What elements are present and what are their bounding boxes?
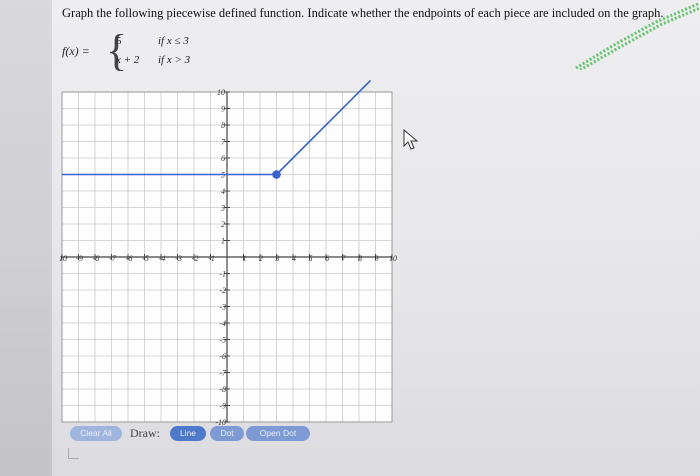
x-tick-label: 1 [243, 254, 247, 263]
y-tick-label: 8 [221, 121, 225, 130]
y-tick-label: -3 [219, 303, 226, 312]
x-tick-label: 8 [358, 254, 362, 263]
clear-all-button[interactable]: Clear All [70, 426, 122, 441]
x-tick-label: -3 [175, 254, 182, 263]
x-tick-label: -9 [76, 254, 83, 263]
x-tick-label: 5 [309, 254, 313, 263]
x-tick-label: 4 [292, 254, 296, 263]
y-tick-label: 3 [220, 204, 225, 213]
y-tick-label: -8 [219, 385, 226, 394]
y-tick-label: -9 [219, 402, 226, 411]
x-tick-label: 9 [375, 254, 379, 263]
x-tick-label: -5 [142, 254, 149, 263]
open-dot-tool-button[interactable]: Open Dot [246, 426, 310, 441]
x-tick-label: -6 [126, 254, 133, 263]
y-tick-label: 2 [221, 220, 225, 229]
y-tick-label: 10 [217, 88, 225, 97]
endpoint-dot[interactable] [272, 170, 281, 179]
dot-tool-button[interactable]: Dot [210, 426, 244, 441]
y-tick-label: -5 [219, 336, 226, 345]
y-tick-label: -4 [219, 319, 226, 328]
mouse-cursor-icon [403, 128, 419, 150]
y-tick-label: -2 [219, 286, 226, 295]
x-tick-label: -7 [109, 254, 117, 263]
y-tick-label: 4 [221, 187, 225, 196]
x-tick-label: -4 [159, 254, 166, 263]
y-tick-label: -6 [219, 352, 226, 361]
y-tick-label: 1 [221, 237, 225, 246]
x-tick-label: -8 [93, 254, 100, 263]
draw-label: Draw: [130, 426, 160, 440]
y-tick-label: -1 [219, 270, 226, 279]
coordinate-graph[interactable]: 10-9-8-7-6-5-4-3-2-112345678910123456789… [0, 0, 700, 476]
x-tick-label: 10 [59, 254, 67, 263]
x-tick-label: -1 [208, 254, 215, 263]
x-tick-label: 6 [325, 254, 329, 263]
x-tick-label: 2 [259, 254, 263, 263]
y-tick-label: -7 [219, 369, 227, 378]
line-tool-button[interactable]: Line [170, 426, 206, 441]
y-tick-label: 6 [221, 154, 225, 163]
x-tick-label: 3 [275, 254, 280, 263]
resize-corner [68, 448, 79, 459]
x-tick-label: 10 [389, 254, 397, 263]
y-tick-label: 9 [221, 105, 225, 114]
x-tick-label: -2 [192, 254, 199, 263]
